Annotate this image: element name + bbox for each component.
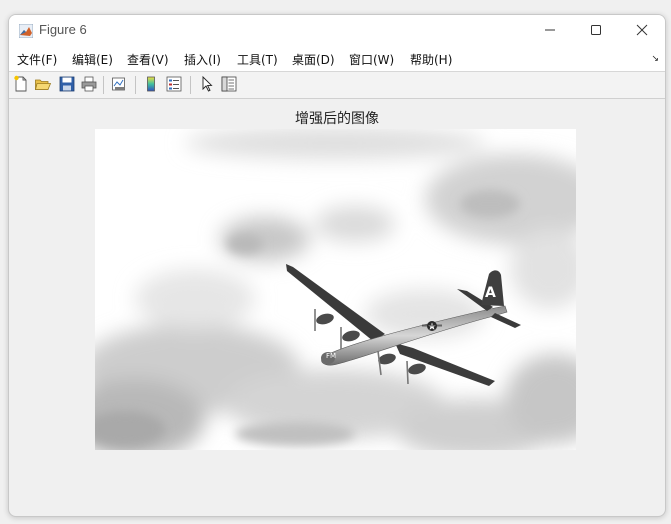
minimize-button[interactable] [527, 15, 573, 45]
menu-tools[interactable]: 工具(T) [237, 51, 278, 68]
figure-toolbar [9, 72, 665, 99]
insert-legend-icon[interactable] [165, 75, 183, 93]
link-plot-icon[interactable] [110, 75, 128, 93]
print-icon[interactable] [80, 75, 98, 93]
menu-edit[interactable]: 编辑(E) [72, 51, 113, 68]
close-icon [636, 24, 648, 36]
new-figure-icon[interactable] [12, 75, 30, 93]
close-button[interactable] [619, 15, 665, 45]
edit-plot-arrow-icon[interactable] [198, 75, 216, 93]
menu-insert[interactable]: 插入(I) [184, 51, 221, 68]
tail-letter: A [485, 285, 496, 301]
figure-window: Figure 6 文件(F) 编辑(E) 查看(V) 插入(I) 工具(T) 桌… [8, 14, 666, 517]
nose-text: FM [326, 352, 336, 360]
menu-bar: 文件(F) 编辑(E) 查看(V) 插入(I) 工具(T) 桌面(D) 窗口(W… [9, 46, 665, 72]
toolbar-separator [190, 76, 191, 94]
enhanced-airplane-image: A FM [95, 129, 576, 450]
open-file-icon[interactable] [34, 75, 52, 93]
title-bar[interactable]: Figure 6 [9, 15, 665, 46]
property-inspector-icon[interactable] [220, 75, 238, 93]
menu-view[interactable]: 查看(V) [127, 51, 169, 68]
window-title: Figure 6 [39, 22, 87, 37]
menu-help[interactable]: 帮助(H) [410, 51, 452, 68]
minimize-icon [545, 29, 555, 31]
maximize-button[interactable] [573, 15, 619, 45]
save-icon[interactable] [58, 75, 76, 93]
toolbar-separator [135, 76, 136, 94]
menu-desktop[interactable]: 桌面(D) [292, 51, 335, 68]
menu-file[interactable]: 文件(F) [17, 51, 57, 68]
menu-window[interactable]: 窗口(W) [349, 51, 394, 68]
toolbar-separator [103, 76, 104, 94]
insert-colorbar-icon[interactable] [142, 75, 160, 93]
menu-overflow-icon[interactable]: ↘ [651, 54, 659, 64]
maximize-icon [591, 25, 601, 35]
matlab-icon [18, 23, 34, 39]
axes-title: 增强后的图像 [295, 111, 379, 127]
image-axes[interactable]: A FM [95, 129, 576, 450]
